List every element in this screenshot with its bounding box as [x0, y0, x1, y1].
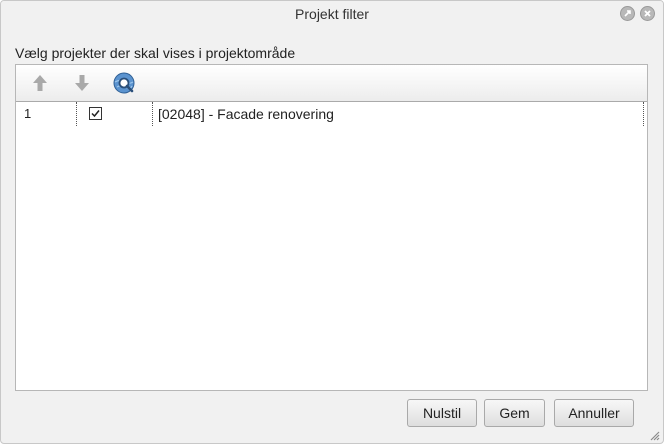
save-button[interactable]: Gem [484, 399, 545, 427]
close-icon[interactable] [640, 6, 655, 21]
dialog-title: Projekt filter [295, 6, 369, 22]
arrow-up-icon[interactable] [28, 71, 52, 95]
project-list-panel: 1 [02048] - Facade renovering [15, 64, 648, 391]
resize-grip-icon[interactable] [648, 428, 660, 441]
list-toolbar [16, 65, 647, 102]
project-grid: 1 [02048] - Facade renovering [16, 102, 647, 390]
reset-button[interactable]: Nulstil [407, 399, 477, 427]
cancel-button[interactable]: Annuller [554, 399, 634, 427]
project-checkbox[interactable] [89, 107, 102, 120]
column-divider [76, 102, 77, 126]
column-divider [643, 102, 644, 126]
arrow-down-icon[interactable] [70, 71, 94, 95]
instruction-label: Vælg projekter der skal vises i projekto… [15, 45, 296, 61]
table-row[interactable]: 1 [02048] - Facade renovering [16, 102, 647, 126]
project-name: [02048] - Facade renovering [158, 106, 334, 122]
title-bar[interactable]: Projekt filter [1, 1, 663, 29]
column-divider [152, 102, 153, 126]
project-filter-dialog: Projekt filter Vælg projekter der skal v… [0, 0, 664, 444]
restore-icon[interactable] [620, 6, 635, 21]
row-number: 1 [24, 106, 32, 121]
search-globe-icon[interactable] [112, 71, 136, 95]
